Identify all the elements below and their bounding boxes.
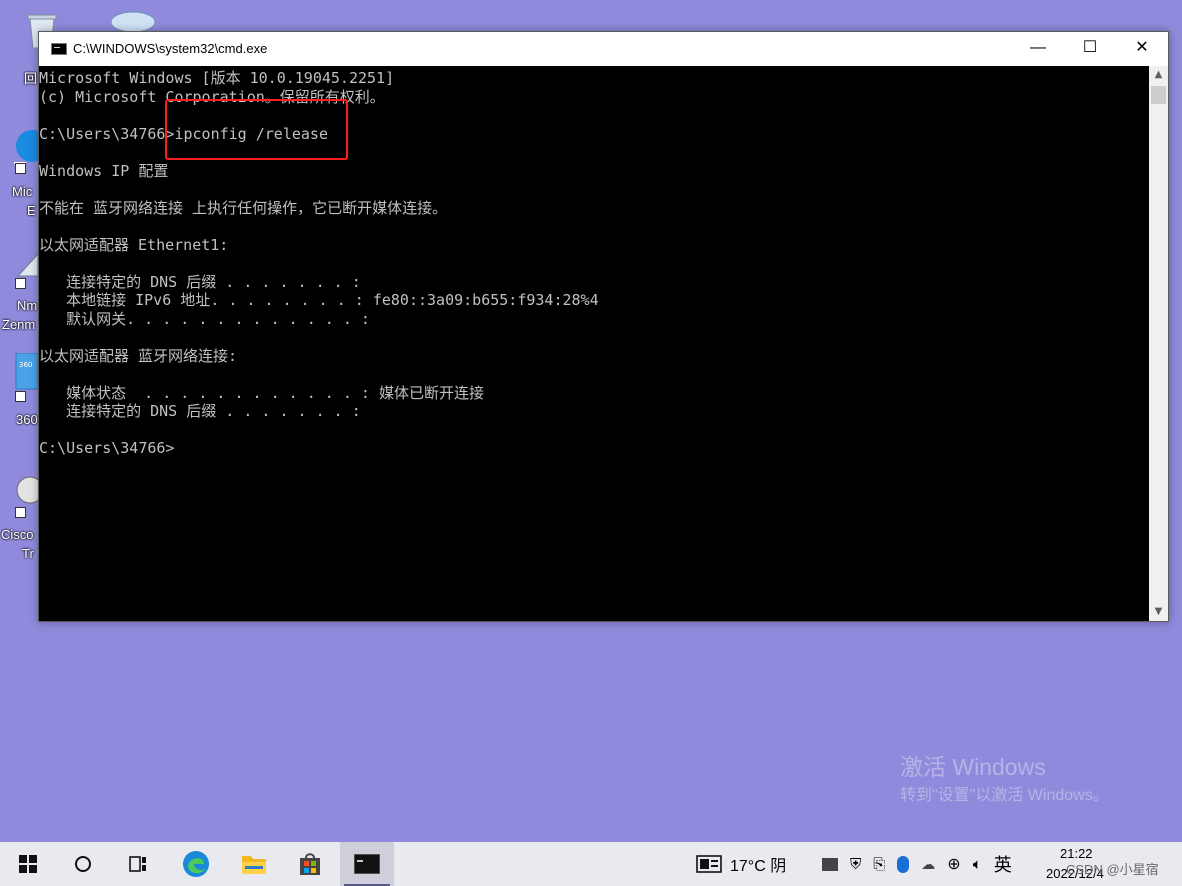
scroll-thumb[interactable] bbox=[1151, 86, 1166, 104]
desktop-label: Cisco bbox=[1, 527, 34, 542]
activation-watermark-subtitle: 转到"设置"以激活 Windows。 bbox=[900, 787, 1109, 804]
store-button[interactable] bbox=[282, 842, 338, 886]
desktop-label: Zenm bbox=[2, 317, 36, 332]
console-line: 连接特定的 DNS 后缀 . . . . . . . : bbox=[39, 402, 361, 420]
minimize-button[interactable]: — bbox=[1012, 32, 1064, 66]
shortcut-arrow-icon bbox=[15, 278, 26, 289]
maximize-button[interactable]: ☐ bbox=[1064, 32, 1116, 66]
cmd-taskbar-button[interactable] bbox=[340, 842, 394, 886]
desktop-label: E bbox=[27, 203, 36, 218]
store-bag-icon bbox=[300, 853, 320, 875]
cloud-error-icon[interactable]: ☁ bbox=[921, 856, 935, 873]
console-line: 不能在 蓝牙网络连接 上执行任何操作，它已断开媒体连接。 bbox=[39, 198, 448, 217]
console-line: 以太网适配器 Ethernet1: bbox=[39, 235, 229, 254]
edge-icon bbox=[183, 851, 209, 877]
desktop-label: Tr bbox=[22, 546, 34, 561]
system-tray: ⛨ ⎘ ☁ ⊕ 🔈︎ 英 bbox=[822, 842, 1012, 886]
edge-taskbar-button[interactable] bbox=[168, 842, 224, 886]
vmware-tray-icon[interactable] bbox=[822, 857, 838, 871]
desktop-label: Nm bbox=[17, 298, 38, 313]
window-title: C:\WINDOWS\system32\cmd.exe bbox=[73, 41, 268, 56]
cmd-app-icon[interactable] bbox=[51, 43, 67, 55]
cmd-icon bbox=[354, 854, 380, 874]
windows-logo-icon bbox=[19, 855, 37, 873]
taskbar: 17°C 阴 ⛨ ⎘ ☁ ⊕ 🔈︎ 英 21:22 2022/12/4 bbox=[0, 842, 1182, 886]
csdn-watermark: CSDN @小星宿 bbox=[1066, 862, 1159, 877]
task-view-icon bbox=[129, 856, 146, 872]
desktop-label: 360 bbox=[16, 412, 38, 427]
file-explorer-button[interactable] bbox=[226, 842, 282, 886]
shortcut-arrow-icon bbox=[15, 391, 26, 402]
console-line: 媒体状态 . . . . . . . . . . . . : 媒体已断开连接 bbox=[39, 383, 484, 402]
console-line: 连接特定的 DNS 后缀 . . . . . . . : bbox=[39, 272, 361, 291]
desktop-label: 回 bbox=[24, 71, 38, 86]
weather-text: 17°C 阴 bbox=[730, 858, 787, 875]
shortcut-arrow-icon bbox=[15, 163, 26, 174]
security-tray-icon[interactable]: ⛨ bbox=[850, 856, 861, 873]
start-button[interactable] bbox=[0, 842, 56, 886]
scroll-up-icon[interactable]: ▲ bbox=[1149, 66, 1168, 84]
cmd-window[interactable]: C:\WINDOWS\system32\cmd.exe — ☐ ✕ Micros… bbox=[38, 31, 1169, 622]
shortcut-arrow-icon bbox=[15, 507, 26, 518]
console-line: Windows IP 配置 bbox=[39, 161, 169, 180]
desktop-label: Mic bbox=[12, 184, 33, 199]
usb-tray-icon[interactable]: ⎘ bbox=[873, 856, 885, 873]
search-circle-icon bbox=[75, 856, 91, 872]
network-globe-icon[interactable]: ⊕ bbox=[947, 854, 960, 874]
search-button[interactable] bbox=[56, 842, 110, 886]
weather-widget[interactable]: 17°C 阴 bbox=[696, 842, 786, 886]
scroll-down-icon[interactable]: ▼ bbox=[1149, 603, 1168, 621]
command-highlight-box bbox=[165, 99, 348, 160]
weather-icon bbox=[696, 855, 722, 873]
console-line: Microsoft Windows [版本 10.0.19045.2251] bbox=[39, 69, 395, 87]
bluetooth-icon[interactable] bbox=[897, 855, 910, 873]
volume-icon[interactable]: 🔈︎ bbox=[973, 856, 982, 873]
vertical-scrollbar[interactable]: ▲ ▼ bbox=[1149, 66, 1168, 621]
close-button[interactable]: ✕ bbox=[1116, 32, 1168, 66]
console-line: 以太网适配器 蓝牙网络连接: bbox=[39, 346, 238, 365]
console-line: 本地链接 IPv6 地址. . . . . . . . : fe80::3a09… bbox=[39, 291, 599, 309]
console-line: 默认网关. . . . . . . . . . . . . : bbox=[39, 309, 370, 328]
task-view-button[interactable] bbox=[110, 842, 166, 886]
console-line: C:\Users\34766> bbox=[39, 439, 175, 457]
title-bar[interactable]: C:\WINDOWS\system32\cmd.exe — ☐ ✕ bbox=[39, 32, 1168, 66]
ime-indicator[interactable]: 英 bbox=[994, 851, 1012, 877]
svg-text:360: 360 bbox=[19, 361, 32, 369]
folder-icon bbox=[242, 856, 266, 874]
activation-watermark-title: 激活 Windows bbox=[900, 754, 1046, 780]
